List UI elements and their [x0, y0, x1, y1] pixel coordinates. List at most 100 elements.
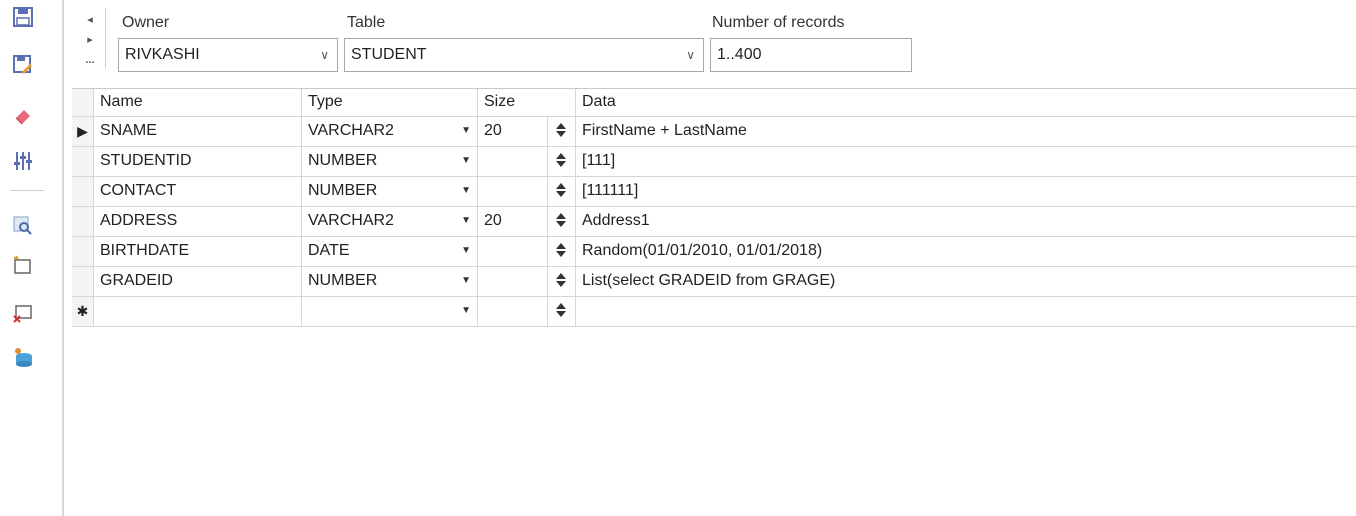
table-value: STUDENT	[351, 46, 427, 63]
name-cell[interactable]: SNAME	[94, 117, 302, 146]
name-cell[interactable]: GRADEID	[94, 267, 302, 296]
save-icon[interactable]	[10, 4, 36, 30]
size-cell[interactable]	[478, 237, 548, 266]
row-indicator	[72, 177, 94, 206]
size-cell[interactable]	[478, 267, 548, 296]
table-row[interactable]: STUDENTID NUMBER ▼ [111]	[72, 147, 1356, 177]
next-arrow-icon[interactable]: ▸	[80, 30, 100, 50]
type-value: NUMBER	[308, 272, 378, 289]
eraser-icon[interactable]	[10, 102, 36, 128]
table-row[interactable]: BIRTHDATE DATE ▼ Random(01/01/2010, 01/0…	[72, 237, 1356, 267]
size-cell[interactable]: 20	[478, 207, 548, 236]
table-row[interactable]: CONTACT NUMBER ▼ [111111]	[72, 177, 1356, 207]
data-cell[interactable]: Address1	[576, 207, 1356, 236]
dropdown-arrow-icon[interactable]: ▼	[461, 297, 471, 325]
type-value: NUMBER	[308, 152, 378, 169]
spinner-icon[interactable]	[556, 183, 566, 199]
toolbar-separator	[10, 190, 44, 191]
data-cell[interactable]: [111111]	[576, 177, 1356, 206]
table-label: Table	[347, 14, 386, 31]
chevron-down-icon[interactable]: ∨	[320, 39, 329, 71]
name-cell[interactable]: CONTACT	[94, 177, 302, 206]
name-cell[interactable]: ADDRESS	[94, 207, 302, 236]
spinner-icon[interactable]	[556, 273, 566, 289]
size-spinner[interactable]	[548, 147, 576, 176]
previous-arrow-icon[interactable]: ◂	[80, 10, 100, 30]
row-indicator: ▶	[72, 117, 94, 146]
spinner-icon[interactable]	[556, 123, 566, 139]
type-cell[interactable]: NUMBER ▼	[302, 267, 478, 296]
database-icon[interactable]	[10, 344, 36, 370]
size-cell[interactable]	[478, 147, 548, 176]
name-cell[interactable]: STUDENTID	[94, 147, 302, 176]
owner-label: Owner	[122, 14, 170, 31]
toolbar-divider	[62, 0, 64, 516]
header-data[interactable]: Data	[576, 89, 1356, 116]
spinner-icon[interactable]	[556, 303, 566, 319]
data-cell[interactable]: [111]	[576, 147, 1356, 176]
size-spinner[interactable]	[548, 297, 576, 326]
search-table-icon[interactable]	[10, 212, 36, 238]
row-indicator	[72, 237, 94, 266]
row-indicator	[72, 267, 94, 296]
records-label: Number of records	[712, 14, 845, 31]
data-cell[interactable]: Random(01/01/2010, 01/01/2018)	[576, 237, 1356, 266]
nav-separator	[105, 8, 106, 68]
spinner-icon[interactable]	[556, 243, 566, 259]
records-input[interactable]: 1..400	[710, 38, 912, 72]
header-type[interactable]: Type	[302, 89, 478, 116]
size-cell[interactable]	[478, 297, 548, 326]
header-name[interactable]: Name	[94, 89, 302, 116]
name-cell[interactable]	[94, 297, 302, 326]
table-row[interactable]: GRADEID NUMBER ▼ List(select GRADEID fro…	[72, 267, 1356, 297]
table-row[interactable]: ▶ SNAME VARCHAR2 ▼ 20 FirstName + LastNa…	[72, 117, 1356, 147]
data-cell[interactable]: List(select GRADEID from GRAGE)	[576, 267, 1356, 296]
dropdown-arrow-icon[interactable]: ▼	[461, 117, 471, 145]
dropdown-arrow-icon[interactable]: ▼	[461, 147, 471, 175]
row-indicator: ✱	[72, 297, 94, 326]
size-cell[interactable]	[478, 177, 548, 206]
size-spinner[interactable]	[548, 237, 576, 266]
owner-value: RIVKASHI	[125, 46, 200, 63]
records-value: 1..400	[717, 46, 762, 63]
size-cell[interactable]: 20	[478, 117, 548, 146]
type-cell[interactable]: NUMBER ▼	[302, 147, 478, 176]
dropdown-arrow-icon[interactable]: ▼	[461, 237, 471, 265]
new-table-icon[interactable]	[10, 252, 36, 278]
row-indicator	[72, 147, 94, 176]
type-cell[interactable]: VARCHAR2 ▼	[302, 117, 478, 146]
type-value: DATE	[308, 242, 350, 259]
delete-table-icon[interactable]	[10, 300, 36, 326]
owner-select[interactable]: RIVKASHI ∨	[118, 38, 338, 72]
columns-grid: Name Type Size Data ▶ SNAME VARCHAR2 ▼ 2…	[72, 88, 1356, 327]
table-row[interactable]: ADDRESS VARCHAR2 ▼ 20 Address1	[72, 207, 1356, 237]
table-row[interactable]: ✱ ▼	[72, 297, 1356, 327]
spinner-icon[interactable]	[556, 213, 566, 229]
save-as-icon[interactable]	[10, 52, 36, 78]
size-spinner[interactable]	[548, 177, 576, 206]
type-cell[interactable]: DATE ▼	[302, 237, 478, 266]
dropdown-arrow-icon[interactable]: ▼	[461, 207, 471, 235]
size-spinner[interactable]	[548, 267, 576, 296]
grid-header-row: Name Type Size Data	[72, 89, 1356, 117]
left-toolbar	[0, 0, 64, 516]
dropdown-arrow-icon[interactable]: ▼	[461, 267, 471, 295]
chevron-down-icon[interactable]: ∨	[686, 39, 695, 71]
filter-settings-icon[interactable]	[10, 148, 36, 174]
header-size[interactable]: Size	[478, 89, 576, 116]
data-cell[interactable]	[576, 297, 1356, 326]
spinner-icon[interactable]	[556, 153, 566, 169]
dropdown-arrow-icon[interactable]: ▼	[461, 177, 471, 205]
navigator: ◂ ▸ ...	[80, 10, 100, 70]
type-value: NUMBER	[308, 182, 378, 199]
data-cell[interactable]: FirstName + LastName	[576, 117, 1356, 146]
type-cell[interactable]: NUMBER ▼	[302, 177, 478, 206]
table-select[interactable]: STUDENT ∨	[344, 38, 704, 72]
type-cell[interactable]: ▼	[302, 297, 478, 326]
size-spinner[interactable]	[548, 207, 576, 236]
size-spinner[interactable]	[548, 117, 576, 146]
type-cell[interactable]: VARCHAR2 ▼	[302, 207, 478, 236]
name-cell[interactable]: BIRTHDATE	[94, 237, 302, 266]
more-icon[interactable]: ...	[80, 50, 100, 70]
row-indicator	[72, 207, 94, 236]
